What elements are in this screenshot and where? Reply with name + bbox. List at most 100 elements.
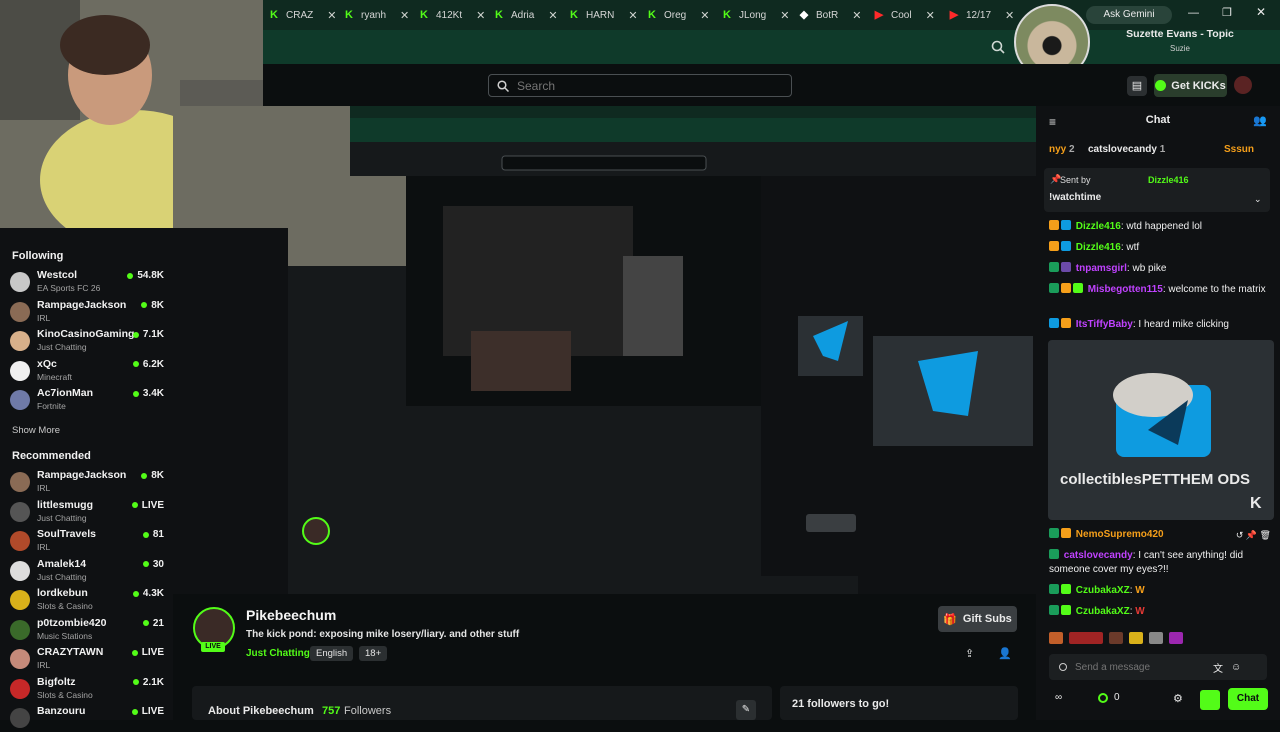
streamer-name[interactable]: Pikebeechum [246, 607, 336, 623]
close-window-icon[interactable]: ✕ [1256, 5, 1266, 19]
sidebar-channel[interactable]: Banzouru LIVE [10, 704, 164, 732]
channel-category: Slots & Casino [37, 601, 93, 611]
emote-bar[interactable] [1049, 632, 1271, 646]
sidebar-channel[interactable]: RampageJackson IRL 8K [10, 468, 164, 496]
browser-tab[interactable]: Kryanh ✕ [343, 5, 409, 25]
minimize-icon[interactable]: — [1188, 7, 1199, 19]
show-more-link[interactable]: Show More [12, 425, 60, 436]
chat-badges-icon[interactable]: ∞ [1055, 692, 1062, 703]
get-kicks-button[interactable]: Get KICKs [1154, 74, 1227, 97]
close-tab-icon[interactable]: ✕ [926, 9, 935, 22]
send-chat-button[interactable]: Chat [1228, 688, 1268, 710]
close-tab-icon[interactable]: ✕ [780, 9, 789, 22]
sidebar-channel[interactable]: lordkebun Slots & Casino 4.3K [10, 586, 164, 614]
store-icon[interactable]: ▤ [1127, 76, 1147, 96]
message-actions[interactable]: ↺ 📌 🗑 [1236, 528, 1271, 542]
viewer-count: 4.3K [132, 588, 164, 599]
chat-input[interactable] [1075, 661, 1205, 673]
tag-18plus[interactable]: 18+ [359, 646, 388, 661]
emote-icon[interactable] [1129, 632, 1143, 644]
tab-label: 12/17 [966, 9, 992, 21]
sidebar-channel[interactable]: Amalek14 Just Chatting 30 [10, 557, 164, 585]
chevron-down-icon[interactable]: ⌄ [1254, 194, 1262, 205]
gift-subs-button[interactable]: 🎁 Gift Subs [938, 606, 1017, 632]
browser-tab[interactable]: K Adria ✕ [493, 5, 558, 25]
browser-tab[interactable]: ▶ Cool ✕ [873, 5, 935, 25]
search-input[interactable] [517, 78, 767, 93]
chat-input-box[interactable]: 文 ☺ [1049, 654, 1267, 680]
sidebar-channel[interactable]: p0tzombie420 Music Stations 21 [10, 616, 164, 644]
edit-icon[interactable]: ✎ [736, 700, 756, 720]
sidebar-channel[interactable]: Westcol EA Sports FC 26 54.8K [10, 268, 164, 296]
restore-icon[interactable]: ❐ [1222, 6, 1232, 19]
close-tab-icon[interactable]: ✕ [400, 9, 409, 22]
user-avatar[interactable] [1234, 76, 1252, 94]
close-tab-icon[interactable]: ✕ [628, 9, 637, 22]
collectibles-card[interactable]: collectiblesPETTHEM ODS K [1048, 340, 1274, 520]
sidebar-channel[interactable]: Ac7ionMan Fortnite 3.4K [10, 386, 164, 414]
tag-english[interactable]: English [310, 646, 354, 661]
channel-category: IRL [37, 483, 51, 493]
sub-badge-icon [1061, 220, 1071, 230]
sidebar-channel[interactable]: littlesmugg Just Chatting LIVE [10, 498, 164, 526]
verified-badge-icon [1061, 584, 1071, 594]
live-dot-icon [141, 472, 148, 479]
close-tab-icon[interactable]: ✕ [548, 9, 557, 22]
pinned-sent-by: Sent by [1060, 175, 1091, 185]
sub-badge-icon [1049, 584, 1059, 594]
kick-icon: K [648, 9, 656, 21]
browser-tab[interactable]: ▶ 12/17 ✕ [948, 5, 1014, 25]
follow-user-icon[interactable]: 👤 [998, 647, 1012, 660]
tab-label: 412Kt [436, 9, 463, 21]
zoom-search-icon[interactable] [991, 40, 1005, 54]
sub-badge-icon [1061, 262, 1071, 272]
browser-tab[interactable]: K HARN ✕ [568, 5, 638, 25]
pinned-message[interactable]: 📌 Sent by Dizzle416 !watchtime ⌄ [1044, 168, 1270, 212]
chat-users-icon[interactable]: 👥 [1253, 114, 1267, 127]
close-tab-icon[interactable]: ✕ [852, 9, 861, 22]
search-bar[interactable] [488, 74, 792, 97]
browser-tab[interactable]: ◆ BotR ✕ [798, 5, 862, 25]
top-user-2[interactable]: catslovecandy 1 [1088, 144, 1165, 155]
browser-tab[interactable]: K 412Kt ✕ [418, 5, 485, 25]
emote-icon[interactable] [1149, 632, 1163, 644]
viewer-count: 8K [141, 470, 164, 481]
emote-icon[interactable] [1169, 632, 1183, 644]
emote-icon[interactable] [1109, 632, 1123, 644]
sidebar-channel[interactable]: SoulTravels IRL 81 [10, 527, 164, 555]
share-icon[interactable]: ⇪ [965, 647, 974, 660]
close-tab-icon[interactable]: ✕ [1005, 9, 1014, 22]
now-playing-title: Suzette Evans - Topic [1126, 28, 1234, 40]
browser-tab[interactable]: K Oreg ✕ [646, 5, 709, 25]
close-tab-icon[interactable]: ✕ [476, 9, 485, 22]
close-tab-icon[interactable]: ✕ [327, 9, 336, 22]
stream-category[interactable]: Just Chatting [246, 648, 310, 659]
video-player[interactable] [173, 106, 1036, 594]
kick-menu-icon[interactable] [1200, 690, 1220, 710]
ask-gemini-button[interactable]: Ask Gemini [1086, 6, 1172, 24]
browser-tab[interactable]: K JLong ✕ [721, 5, 789, 25]
channel-category: Fortnite [37, 401, 66, 411]
translate-icon[interactable]: 文 [1213, 660, 1223, 675]
emoji-icon[interactable]: ☺ [1231, 662, 1241, 673]
browser-tab[interactable]: K CRAZ ✕ [268, 5, 336, 25]
kicks-balance[interactable]: 0 [1098, 692, 1120, 703]
channel-category: Slots & Casino [37, 689, 93, 700]
sidebar-channel[interactable]: RampageJackson IRL 8K [10, 298, 164, 326]
verified-badge-icon [1061, 605, 1071, 615]
emote-icon[interactable] [1069, 632, 1103, 644]
emote-icon[interactable] [1049, 632, 1063, 644]
top-user-1[interactable]: nyy 2 [1049, 144, 1075, 155]
channel-category: Music Stations [37, 630, 93, 641]
channel-category: Just Chatting [37, 342, 87, 352]
sidebar-channel[interactable]: CRAZYTAWN IRL LIVE [10, 645, 164, 673]
sidebar-channel[interactable]: xQc Minecraft 6.2K [10, 357, 164, 385]
channel-name: RampageJackson [37, 298, 127, 311]
top-user-3[interactable]: Sssun [1224, 144, 1254, 155]
sidebar-channel[interactable]: KinoCasinoGaming Just Chatting 7.1K [10, 327, 164, 355]
sidebar-channel[interactable]: Bigfoltz Slots & Casino 2.1K [10, 675, 164, 703]
settings-gear-icon[interactable]: ⚙ [1173, 692, 1183, 705]
pinned-user[interactable]: Dizzle416 [1148, 175, 1189, 185]
channel-name: p0tzombie420 [37, 616, 107, 629]
close-tab-icon[interactable]: ✕ [700, 9, 709, 22]
